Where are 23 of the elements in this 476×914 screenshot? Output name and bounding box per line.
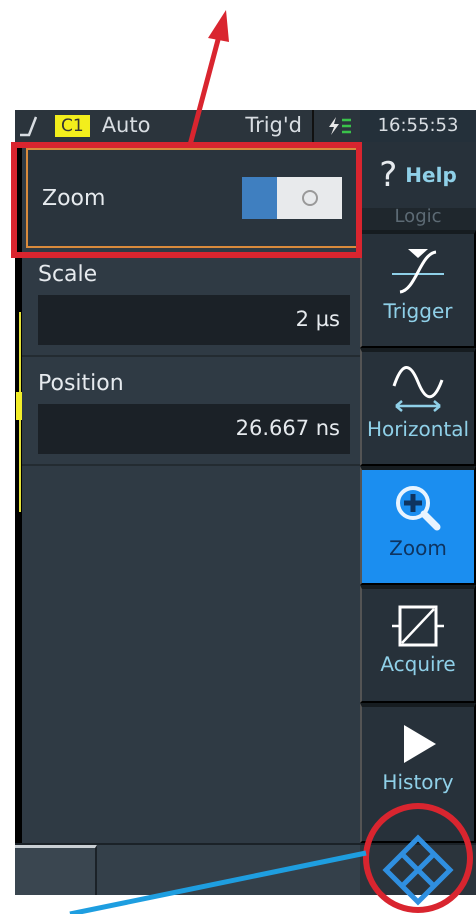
value-field[interactable]: 2 µs (38, 295, 350, 345)
bottom-tab[interactable] (15, 845, 97, 895)
channel-badge[interactable]: C1 (55, 115, 90, 137)
sidebar-button[interactable]: History (360, 702, 476, 844)
sidebar-button[interactable]: Zoom (360, 466, 476, 585)
trigger-state: Trig'd (245, 110, 314, 142)
converter-icon (390, 602, 446, 649)
sine-wave-icon (390, 364, 446, 414)
field-label: Position (38, 370, 125, 398)
trigger-mode: Auto (102, 112, 150, 140)
logo-icon (382, 834, 454, 906)
slope-icon (19, 115, 37, 137)
clock-time: 16:55:53 (360, 110, 476, 142)
sidebar-button[interactable]: Horizontal (360, 348, 476, 466)
sidebar-button[interactable]: Trigger (360, 230, 476, 348)
sidebar-button[interactable]: Acquire (360, 584, 476, 703)
help-button[interactable]: ? Help (360, 142, 476, 208)
field-label: Scale (38, 261, 98, 289)
knob-icon (300, 188, 320, 208)
value-field[interactable]: 26.667 ns (38, 404, 350, 454)
menu-label: Logic (393, 208, 443, 229)
zoom-toggle[interactable] (242, 177, 342, 219)
zoom-label: Zoom (42, 184, 106, 212)
